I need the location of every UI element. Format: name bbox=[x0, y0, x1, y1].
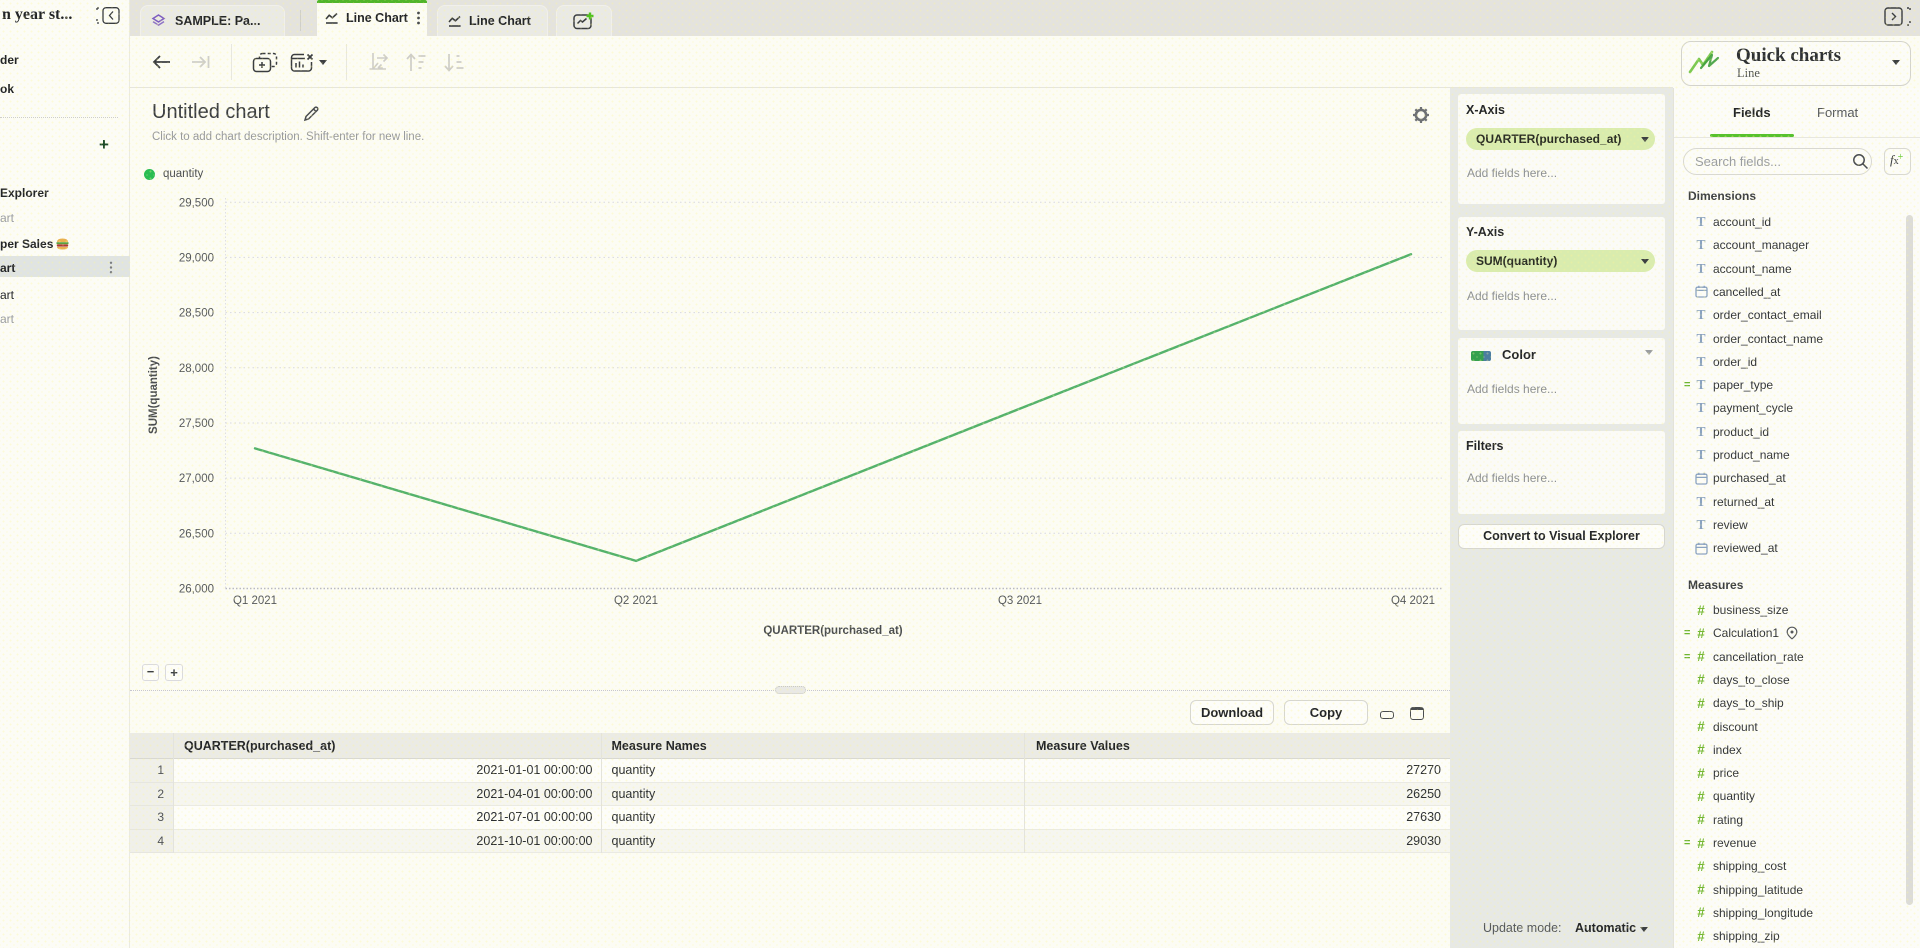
svg-text:Q3 2021: Q3 2021 bbox=[998, 595, 1042, 607]
svg-text:Q4 2021: Q4 2021 bbox=[1391, 595, 1435, 607]
svg-text:27,500: 27,500 bbox=[179, 418, 214, 430]
svg-text:SUM(quantity): SUM(quantity) bbox=[148, 356, 160, 434]
svg-text:28,000: 28,000 bbox=[179, 363, 214, 375]
svg-text:Q2 2021: Q2 2021 bbox=[614, 595, 658, 607]
svg-text:26,500: 26,500 bbox=[179, 528, 214, 540]
svg-text:29,000: 29,000 bbox=[179, 252, 214, 264]
svg-text:29,500: 29,500 bbox=[179, 197, 214, 209]
svg-text:26,000: 26,000 bbox=[179, 584, 214, 596]
svg-text:QUARTER(purchased_at): QUARTER(purchased_at) bbox=[763, 625, 902, 637]
svg-text:Q1 2021: Q1 2021 bbox=[233, 595, 277, 607]
svg-text:27,000: 27,000 bbox=[179, 473, 214, 485]
svg-text:28,500: 28,500 bbox=[179, 308, 214, 320]
